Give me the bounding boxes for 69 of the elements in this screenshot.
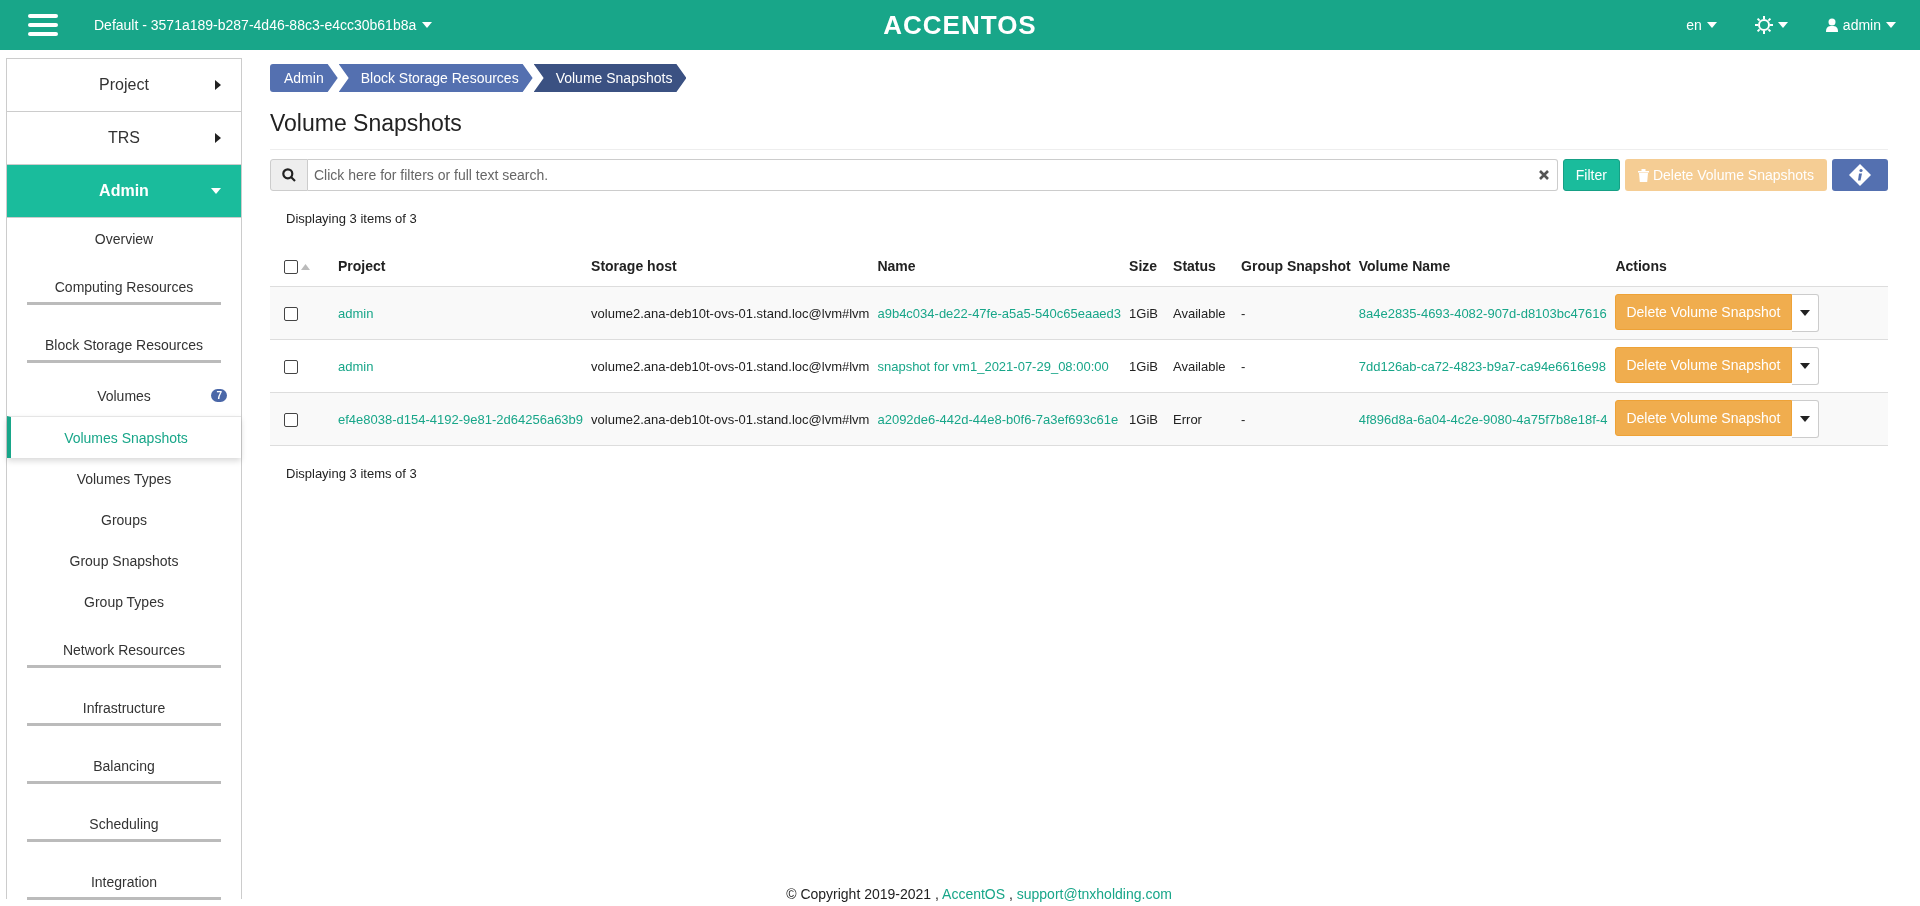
caret-icon	[1706, 22, 1717, 28]
table-cell: volume2.ana-deb10t-ovs-01.stand.loc@lvm#lvm	[591, 358, 870, 374]
caret-icon[interactable]	[1777, 22, 1788, 28]
breadcrumb-item[interactable]: Volume Snapshots	[533, 64, 687, 92]
info-icon	[1849, 164, 1871, 186]
column-header[interactable]: Name	[877, 258, 916, 274]
table-cell: -	[1241, 358, 1246, 374]
sidebar-group[interactable]: Scheduling	[27, 796, 221, 842]
sidebar-item[interactable]: Group Snapshots	[7, 540, 241, 581]
table-cell: -	[1241, 305, 1246, 321]
caret-icon	[1799, 310, 1810, 316]
row-checkbox[interactable]	[284, 412, 298, 427]
sidebar-group[interactable]: Balancing	[27, 738, 221, 784]
column-header[interactable]: Actions	[1615, 258, 1667, 274]
user-icon	[1825, 18, 1838, 32]
clear-icon[interactable]	[1537, 169, 1550, 181]
sidebar-section[interactable]: Project	[7, 59, 241, 112]
menu-icon[interactable]	[28, 13, 58, 37]
column-header[interactable]: Project	[338, 258, 386, 274]
caret-icon	[1799, 416, 1810, 422]
row-checkbox[interactable]	[284, 359, 298, 374]
column-header[interactable]: Group Snapshot	[1241, 258, 1351, 274]
table-cell: Available	[1173, 305, 1226, 321]
sidebar-group[interactable]: Integration	[27, 854, 221, 900]
caret-icon	[215, 133, 221, 143]
page-title: Volume Snapshots	[270, 110, 1888, 150]
search-icon[interactable]	[282, 168, 296, 182]
table-cell: Error	[1173, 411, 1202, 427]
caret-icon	[211, 188, 221, 194]
sidebar-item[interactable]: Volumes 7	[7, 375, 241, 416]
sidebar-group[interactable]: Network Resources	[27, 622, 221, 668]
sidebar-group[interactable]: Block Storage Resources	[27, 317, 221, 363]
item-count: Displaying 3 items of 3	[286, 466, 418, 481]
sidebar-item[interactable]: Volumes Types	[7, 458, 241, 499]
sidebar-group[interactable]: Infrastructure	[27, 680, 221, 726]
separator-text: ,	[1008, 886, 1013, 902]
column-header[interactable]: Size	[1129, 258, 1158, 274]
caret-icon	[422, 22, 433, 28]
breadcrumb-item[interactable]: Admin	[270, 64, 338, 92]
select-all-checkbox[interactable]	[284, 260, 298, 275]
item-count: Displaying 3 items of 3	[286, 211, 418, 226]
search-field[interactable]: Click here for filters or full text search.	[308, 159, 1558, 191]
caret-icon	[215, 80, 221, 90]
settings-icon[interactable]	[1754, 16, 1773, 34]
sidebar-item[interactable]: Overview	[7, 218, 241, 259]
table-cell: volume2.ana-deb10t-ovs-01.stand.loc@lvm#lvm	[591, 305, 870, 321]
table-cell: 1GiB	[1129, 358, 1158, 374]
table-cell: 1GiB	[1129, 411, 1158, 427]
column-header[interactable]: Volume Name	[1358, 258, 1451, 274]
sidebar-group[interactable]: Computing Resources	[27, 259, 221, 305]
sidebar-item[interactable]: Groups	[7, 499, 241, 540]
caret-icon	[1799, 363, 1810, 369]
actions-dropdown-toggle[interactable]	[1791, 347, 1819, 385]
column-header[interactable]: Storage host	[591, 258, 677, 274]
count-badge: 7	[211, 389, 227, 402]
trash-icon	[1637, 168, 1649, 182]
actions-dropdown-toggle[interactable]	[1791, 400, 1819, 438]
column-header[interactable]: Status	[1173, 258, 1216, 274]
table-cell: Available	[1173, 358, 1226, 374]
row-checkbox[interactable]	[284, 306, 298, 321]
actions-dropdown-toggle[interactable]	[1791, 294, 1819, 332]
table-cell: volume2.ana-deb10t-ovs-01.stand.loc@lvm#lvm	[591, 411, 870, 427]
table-cell: -	[1241, 411, 1246, 427]
sidebar-item[interactable]: Group Types	[7, 581, 241, 622]
copyright-text: © Copyright 2019-2021 ,	[786, 886, 939, 902]
info-button[interactable]	[1832, 159, 1888, 191]
breadcrumb-item[interactable]: Block Storage Resources	[338, 64, 533, 92]
caret-icon	[1886, 22, 1896, 28]
table-cell: 1GiB	[1129, 305, 1158, 321]
